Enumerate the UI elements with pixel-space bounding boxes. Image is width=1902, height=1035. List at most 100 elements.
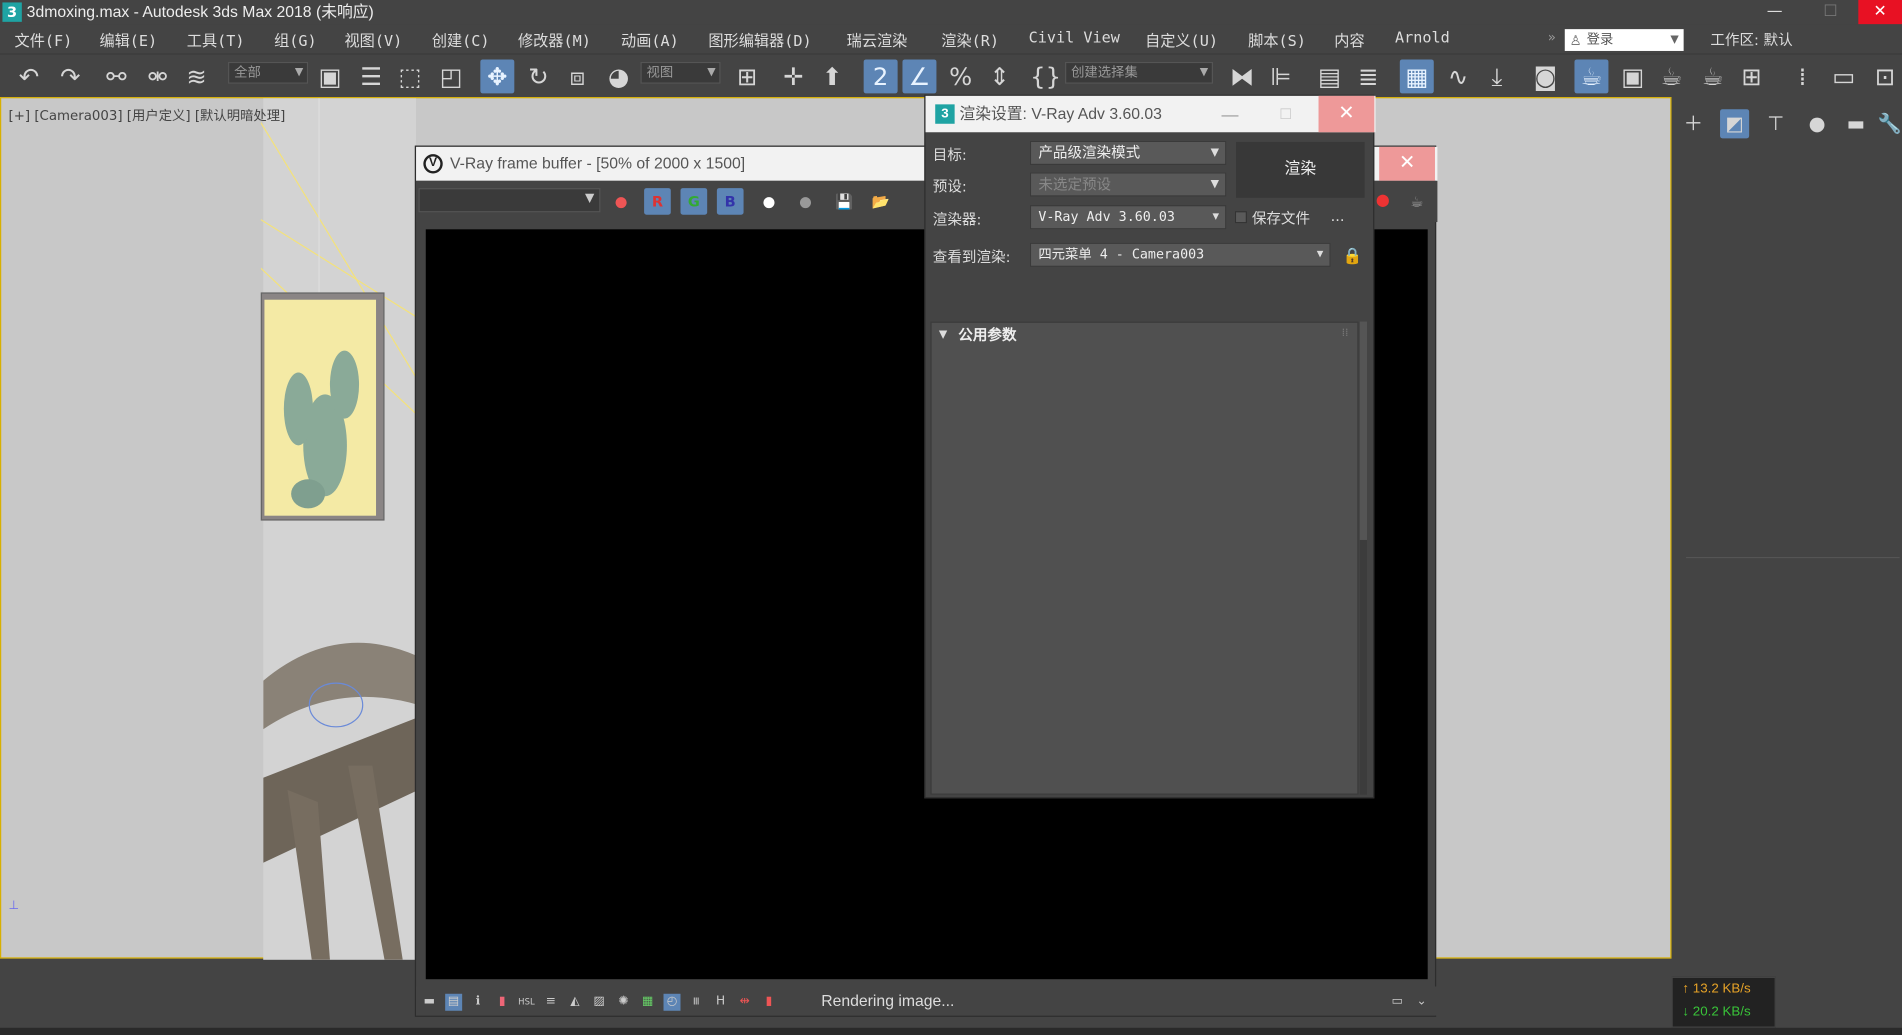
- icc-icon[interactable]: Ⅲ: [688, 994, 705, 1011]
- align-icon[interactable]: ⊫: [1264, 59, 1298, 93]
- pivot-center-icon[interactable]: ⊞: [730, 59, 764, 93]
- preset-dropdown[interactable]: 未选定预设 ▼: [1029, 172, 1227, 197]
- blue-channel-button[interactable]: B: [716, 188, 744, 215]
- panel-divider[interactable]: [1686, 556, 1900, 559]
- render-teapot-icon[interactable]: ☕: [1403, 188, 1430, 215]
- scrollbar[interactable]: [1359, 321, 1368, 795]
- levels-icon[interactable]: ◭: [566, 994, 583, 1011]
- info-icon[interactable]: ℹ: [469, 994, 486, 1011]
- maximize-button[interactable]: ☐: [1803, 0, 1859, 24]
- window-crossing-icon[interactable]: ◰: [434, 59, 468, 93]
- redo-icon[interactable]: ↷: [53, 59, 87, 93]
- viewport-label[interactable]: [+] [Camera003] [用户定义] [默认明暗处理]: [8, 106, 285, 125]
- menu-ruiyun-render[interactable]: 瑞云渲染: [847, 28, 908, 51]
- common-parameters-header[interactable]: 公用参数: [932, 323, 1360, 347]
- lock-icon[interactable]: 🔒: [1343, 248, 1363, 266]
- menu-views[interactable]: 视图(V): [344, 28, 402, 51]
- h-icon[interactable]: H: [712, 994, 729, 1011]
- reference-coord-dropdown[interactable]: 视图 ▼: [640, 61, 721, 84]
- target-dropdown[interactable]: 产品级渲染模式 ▼: [1029, 140, 1227, 166]
- named-selection-dropdown[interactable]: 创建选择集 ▼: [1065, 61, 1213, 84]
- lut-icon[interactable]: ▦: [639, 994, 656, 1011]
- angle-snap-icon[interactable]: ∠: [902, 59, 937, 94]
- mirror-icon[interactable]: ⧓: [1225, 59, 1259, 93]
- expand-icon[interactable]: ⌄: [1413, 994, 1430, 1011]
- 3dsmax-app-icon[interactable]: 3: [2, 2, 22, 22]
- renderer-dropdown[interactable]: V-Ray Adv 3.60.03 ▼: [1029, 205, 1227, 230]
- menu-arnold[interactable]: Arnold: [1395, 28, 1450, 46]
- curves-icon[interactable]: ▨: [591, 994, 608, 1011]
- clone-align-icon[interactable]: ⊡: [1868, 59, 1902, 93]
- vfb-close-button[interactable]: ✕: [1379, 146, 1435, 181]
- exposure-icon[interactable]: ▮: [494, 994, 511, 1011]
- menu-group[interactable]: 组(G): [274, 28, 317, 51]
- render-setup-icon[interactable]: ☕: [1574, 59, 1609, 94]
- menu-animation[interactable]: 动画(A): [621, 28, 679, 51]
- material-editor-icon[interactable]: ◙: [1528, 59, 1562, 93]
- display-tab-icon[interactable]: ▬: [1841, 109, 1870, 138]
- history-icon[interactable]: ▬: [421, 994, 438, 1011]
- rendered-frame-window-icon[interactable]: ▣: [1616, 59, 1650, 93]
- link-icon[interactable]: ⚯: [99, 59, 133, 93]
- overflow-chevron-icon[interactable]: »: [1548, 29, 1556, 45]
- minimize-button[interactable]: —: [1747, 0, 1803, 24]
- render-button[interactable]: 渲染: [1236, 141, 1365, 198]
- rgb-color-icon[interactable]: ●: [608, 188, 635, 215]
- background-icon[interactable]: ✺: [615, 994, 632, 1011]
- close-button[interactable]: ✕: [1858, 0, 1902, 25]
- color-corrections-icon[interactable]: ▤: [445, 993, 463, 1011]
- spinner-snap-icon[interactable]: ⇕: [983, 59, 1017, 93]
- selection-filter-dropdown[interactable]: 全部 ▼: [228, 61, 309, 84]
- save-image-icon[interactable]: 💾: [831, 188, 858, 215]
- place-icon[interactable]: ◕: [602, 59, 636, 93]
- menu-customize[interactable]: 自定义(U): [1145, 28, 1218, 51]
- menu-file[interactable]: 文件(F): [15, 28, 73, 51]
- scale-icon[interactable]: ⧈: [560, 59, 594, 93]
- curve-editor-icon[interactable]: ∿: [1441, 59, 1475, 93]
- select-by-name-icon[interactable]: ☰: [354, 59, 388, 93]
- maximize-button[interactable]: ☐: [1268, 96, 1304, 132]
- select-object-icon[interactable]: ▣: [313, 59, 347, 93]
- menu-rendering[interactable]: 渲染(R): [941, 28, 999, 51]
- login-field[interactable]: ♙ 登录 ▼: [1564, 29, 1684, 51]
- save-file-checkbox[interactable]: [1234, 211, 1247, 224]
- dope-sheet-icon[interactable]: ⤓: [1480, 59, 1514, 93]
- render-setup-title-bar[interactable]: 3 渲染设置: V-Ray Adv 3.60.03 — ☐ ✕: [925, 95, 1376, 133]
- edit-named-selection-icon[interactable]: {}: [1029, 59, 1063, 93]
- render-iterative-icon[interactable]: ☕: [1696, 59, 1730, 93]
- browse-button[interactable]: ...: [1331, 207, 1345, 224]
- ocio-icon[interactable]: ◴: [663, 993, 681, 1011]
- keyboard-shortcut-icon[interactable]: ⬆: [815, 59, 849, 93]
- menu-modifiers[interactable]: 修改器(M): [518, 28, 591, 51]
- render-in-cloud-icon[interactable]: ⊞: [1735, 59, 1769, 93]
- color-balance-icon[interactable]: ≡: [542, 994, 559, 1011]
- layer-explorer-icon[interactable]: ≣: [1351, 59, 1385, 93]
- hierarchy-tab-icon[interactable]: ⊤: [1761, 109, 1790, 138]
- undo-icon[interactable]: ↶: [12, 59, 46, 93]
- rotate-icon[interactable]: ↻: [522, 59, 556, 93]
- motion-tab-icon[interactable]: ●: [1803, 109, 1832, 138]
- load-image-icon[interactable]: 📂: [867, 188, 894, 215]
- select-manipulate-icon[interactable]: ✛: [776, 59, 810, 93]
- workspace-selector[interactable]: 工作区: 默认: [1710, 29, 1792, 50]
- green-channel-button[interactable]: G: [680, 188, 708, 215]
- utilities-tab-icon[interactable]: 🔧: [1875, 109, 1902, 138]
- move-icon[interactable]: ✥: [480, 59, 515, 94]
- rollout-handle-icon[interactable]: ⁞⁞: [1342, 328, 1349, 340]
- array-icon[interactable]: ⁞: [1786, 59, 1820, 93]
- menu-scripting[interactable]: 脚本(S): [1248, 28, 1306, 51]
- minimize-button[interactable]: —: [1212, 96, 1248, 132]
- ribbon-toggle-icon[interactable]: ▦: [1399, 59, 1434, 94]
- menu-create[interactable]: 创建(C): [432, 28, 490, 51]
- bind-spacewarp-icon[interactable]: ≋: [180, 59, 214, 93]
- compare-icon[interactable]: ⇹: [736, 994, 753, 1011]
- show-panel-icon[interactable]: ▭: [1389, 994, 1406, 1011]
- vfb-channel-dropdown[interactable]: ▼: [418, 188, 601, 213]
- render-production-icon[interactable]: ☕: [1655, 59, 1689, 93]
- create-tab-icon[interactable]: ＋: [1679, 109, 1708, 138]
- percent-snap-icon[interactable]: %: [944, 59, 978, 93]
- menu-tools[interactable]: 工具(T): [187, 28, 245, 51]
- scrollbar-thumb[interactable]: [1359, 321, 1368, 540]
- scene-explorer-icon[interactable]: ▤: [1312, 59, 1346, 93]
- menu-edit[interactable]: 编辑(E): [99, 28, 157, 51]
